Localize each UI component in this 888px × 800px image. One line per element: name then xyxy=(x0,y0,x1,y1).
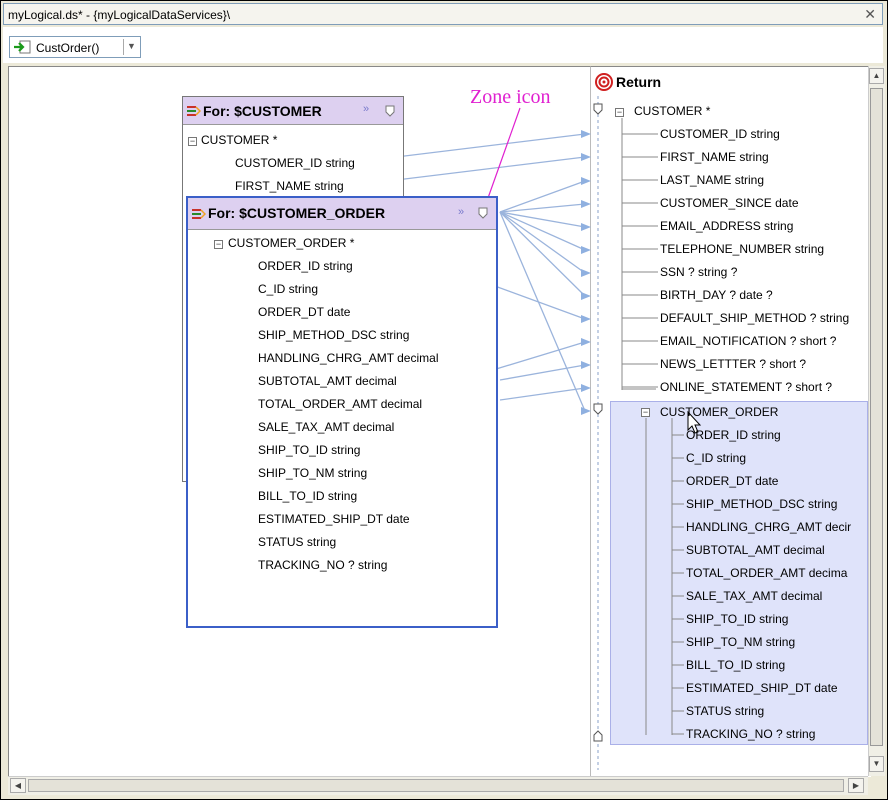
mapping-arrow-icon xyxy=(581,200,591,208)
return-nested-field[interactable]: SALE_TAX_AMT decimal xyxy=(686,589,822,603)
mapping-line xyxy=(499,387,586,401)
for-customer-order-field[interactable]: TOTAL_ORDER_AMT decimal xyxy=(258,397,422,411)
expand-collapse-icon[interactable]: − xyxy=(641,408,650,417)
mapping-arrow-icon xyxy=(581,177,591,185)
for-customer-order-field[interactable]: SALE_TAX_AMT decimal xyxy=(258,420,394,434)
scroll-thumb[interactable] xyxy=(870,88,883,746)
expand-collapse-icon[interactable]: − xyxy=(214,240,223,249)
mapping-arrow-icon xyxy=(581,315,591,323)
horizontal-scrollbar[interactable]: ◀ ▶ xyxy=(8,776,868,795)
return-field[interactable]: DEFAULT_SHIP_METHOD ? string xyxy=(660,311,849,325)
return-field[interactable]: CUSTOMER_SINCE date xyxy=(660,196,799,210)
return-nested-field[interactable]: C_ID string xyxy=(686,451,746,465)
expand-collapse-icon[interactable]: − xyxy=(188,137,197,146)
mapping-arrow-icon xyxy=(581,223,591,231)
mapping-arrow-icon xyxy=(581,246,591,254)
return-nested-field[interactable]: SHIP_TO_NM string xyxy=(686,635,795,649)
mapping-line xyxy=(499,211,586,251)
return-nested-field[interactable]: SUBTOTAL_AMT decimal xyxy=(686,543,825,557)
for-customer-order-field[interactable]: C_ID string xyxy=(258,282,318,296)
return-field[interactable]: CUSTOMER_ID string xyxy=(660,127,780,141)
return-nested-field[interactable]: BILL_TO_ID string xyxy=(686,658,785,672)
for-customer-order-field[interactable]: ESTIMATED_SHIP_DT date xyxy=(258,512,410,526)
return-nested-field[interactable]: STATUS string xyxy=(686,704,764,718)
return-field[interactable]: LAST_NAME string xyxy=(660,173,764,187)
zone-icon[interactable] xyxy=(385,105,395,117)
for-customer-order-title: For: $CUSTOMER_ORDER xyxy=(208,205,386,221)
return-nested-field[interactable]: SHIP_METHOD_DSC string xyxy=(686,497,837,511)
zone-icon-annotation: Zone icon xyxy=(470,86,551,108)
return-nested-field[interactable]: ORDER_ID string xyxy=(686,428,781,442)
zone-icon[interactable] xyxy=(478,207,488,219)
scroll-up-icon[interactable]: ▲ xyxy=(869,68,884,84)
return-root[interactable]: CUSTOMER * xyxy=(634,104,710,118)
for-clause-icon xyxy=(192,209,206,219)
for-clause-icon xyxy=(187,106,201,116)
target-icon xyxy=(595,73,613,91)
annotation-pointer xyxy=(487,107,521,199)
for-customer-order-field[interactable]: STATUS string xyxy=(258,535,336,549)
return-nested-field[interactable]: SHIP_TO_ID string xyxy=(686,612,788,626)
mapping-arrow-icon xyxy=(581,153,591,161)
return-field[interactable]: SSN ? string ? xyxy=(660,265,737,279)
for-customer-root[interactable]: CUSTOMER * xyxy=(201,133,277,147)
vertical-scrollbar[interactable]: ▲ ▼ xyxy=(868,66,885,776)
mapping-arrow-icon xyxy=(581,269,591,277)
scroll-right-icon[interactable]: ▶ xyxy=(848,778,864,793)
for-customer-order-field[interactable]: SHIP_TO_NM string xyxy=(258,466,367,480)
return-nested-field[interactable]: ORDER_DT date xyxy=(686,474,778,488)
return-field[interactable]: EMAIL_NOTIFICATION ? short ? xyxy=(660,334,836,348)
for-customer-order-field[interactable]: HANDLING_CHRG_AMT decimal xyxy=(258,351,439,365)
for-customer-header[interactable]: For: $CUSTOMER » xyxy=(183,97,403,125)
for-customer-order-field[interactable]: SHIP_METHOD_DSC string xyxy=(258,328,409,342)
return-field[interactable]: ONLINE_STATEMENT ? short ? xyxy=(660,380,832,394)
mapping-arrow-icon xyxy=(581,338,591,346)
scroll-thumb[interactable] xyxy=(28,779,844,792)
mapping-arrow-icon xyxy=(581,130,591,138)
for-customer-order-field[interactable]: SHIP_TO_ID string xyxy=(258,443,360,457)
scroll-down-icon[interactable]: ▼ xyxy=(869,756,884,772)
for-customer-title: For: $CUSTOMER xyxy=(203,103,322,119)
mapping-line xyxy=(499,364,586,381)
mapping-arrow-icon xyxy=(581,292,591,300)
return-nested-field[interactable]: TOTAL_ORDER_AMT decima xyxy=(686,566,847,580)
for-customer-order-field[interactable]: ORDER_DT date xyxy=(258,305,350,319)
for-customer-order-root[interactable]: CUSTOMER_ORDER * xyxy=(228,236,354,250)
return-nested-field[interactable]: HANDLING_CHRG_AMT decir xyxy=(686,520,851,534)
return-field[interactable]: NEWS_LETTTER ? short ? xyxy=(660,357,806,371)
scroll-left-icon[interactable]: ◀ xyxy=(10,778,26,793)
return-field[interactable]: EMAIL_ADDRESS string xyxy=(660,219,793,233)
for-customer-order-header[interactable]: For: $CUSTOMER_ORDER » xyxy=(188,198,496,230)
return-field[interactable]: BIRTH_DAY ? date ? xyxy=(660,288,773,302)
for-customer-order-panel[interactable]: For: $CUSTOMER_ORDER » − CUSTOMER_ORDER … xyxy=(186,196,498,628)
for-customer-field[interactable]: FIRST_NAME string xyxy=(235,179,344,193)
expand-collapse-icon[interactable]: − xyxy=(615,108,624,117)
collapse-icon[interactable]: » xyxy=(363,103,369,115)
collapse-icon[interactable]: » xyxy=(458,206,464,218)
return-field[interactable]: FIRST_NAME string xyxy=(660,150,769,164)
return-nested-field[interactable]: TRACKING_NO ? string xyxy=(686,727,815,741)
mapping-arrow-icon xyxy=(581,407,591,415)
return-title: Return xyxy=(616,74,662,90)
zone-marker-icon[interactable] xyxy=(593,103,603,115)
for-customer-order-field[interactable]: SUBTOTAL_AMT decimal xyxy=(258,374,397,388)
return-nested-root[interactable]: CUSTOMER_ORDER xyxy=(660,405,778,419)
for-customer-order-field[interactable]: ORDER_ID string xyxy=(258,259,353,273)
return-nested-field[interactable]: ESTIMATED_SHIP_DT date xyxy=(686,681,838,695)
for-customer-order-field[interactable]: BILL_TO_ID string xyxy=(258,489,357,503)
zone-marker-icon[interactable] xyxy=(593,403,603,415)
return-field[interactable]: TELEPHONE_NUMBER string xyxy=(660,242,824,256)
for-customer-field[interactable]: CUSTOMER_ID string xyxy=(235,156,355,170)
mapping-arrow-icon xyxy=(581,384,591,392)
for-customer-order-field[interactable]: TRACKING_NO ? string xyxy=(258,558,387,572)
zone-marker-icon[interactable] xyxy=(593,730,603,742)
mapping-arrow-icon xyxy=(581,361,591,369)
